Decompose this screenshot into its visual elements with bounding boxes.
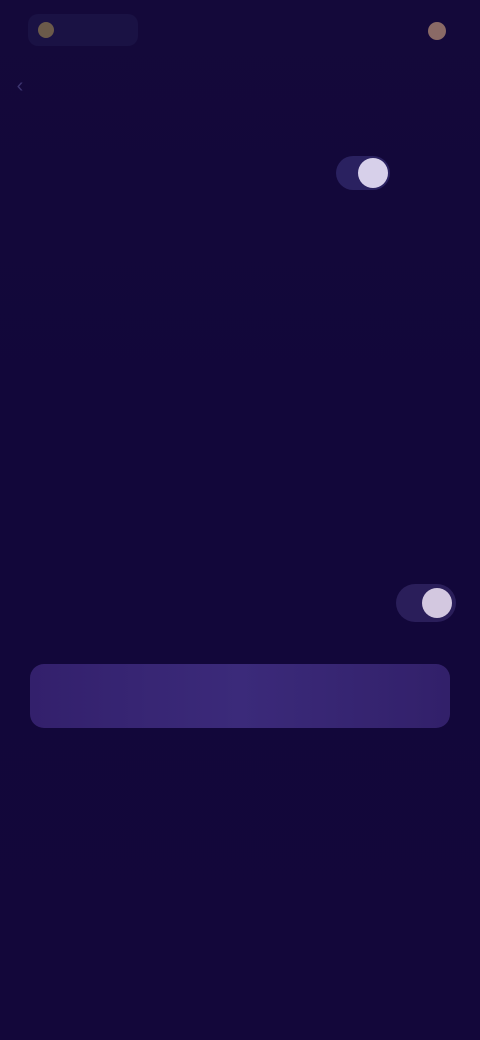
setting-2-toggle[interactable] <box>396 584 456 622</box>
status-bar <box>0 0 480 60</box>
top-nav: ‹ <box>0 66 480 106</box>
setting-row-2 <box>0 578 480 628</box>
chevron-left-icon[interactable]: ‹ <box>10 76 30 96</box>
setting-1-toggle[interactable] <box>336 156 390 190</box>
status-dot-icon <box>38 22 54 38</box>
app-screen: ‹ <box>0 0 480 1040</box>
battery-icon <box>428 22 446 40</box>
toggle-knob <box>358 158 388 188</box>
toggle-knob <box>422 588 452 618</box>
setting-row-1 <box>0 148 480 198</box>
primary-action-button[interactable] <box>30 664 450 728</box>
